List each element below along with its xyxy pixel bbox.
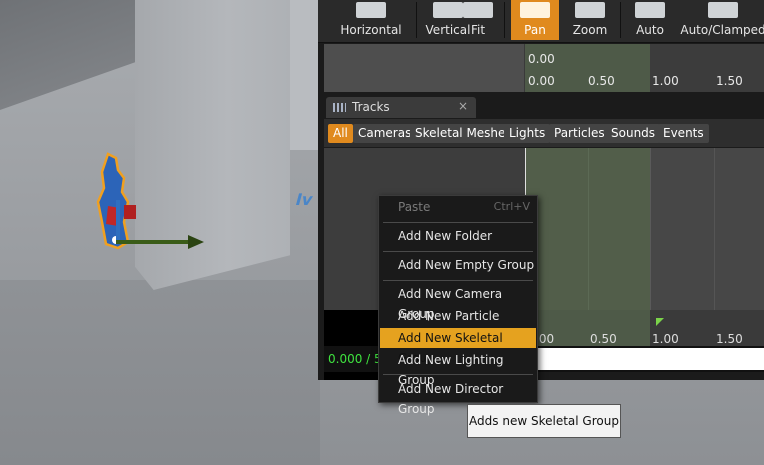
horizontal-label: Horizontal bbox=[340, 23, 402, 37]
curve-top-value: 0.00 bbox=[528, 52, 555, 66]
menu-separator bbox=[383, 280, 533, 281]
menu-item-add-lighting-group[interactable]: Add New Lighting Group bbox=[380, 350, 536, 387]
menu-separator bbox=[383, 222, 533, 223]
curve-tick: 1.50 bbox=[716, 74, 743, 88]
auto-clamped-button[interactable]: Auto/Clamped bbox=[680, 0, 764, 40]
auto-button[interactable]: Auto bbox=[626, 0, 674, 40]
timeline-tick: 1.00 bbox=[652, 332, 679, 346]
viewport-floor bbox=[0, 280, 320, 465]
curve-tick: 1.00 bbox=[652, 74, 679, 88]
fit-label: Fit bbox=[470, 23, 486, 37]
pan-label: Pan bbox=[524, 23, 546, 37]
filter-skeletal-meshes[interactable]: Skeletal Meshes bbox=[410, 124, 517, 143]
skeletal-actor[interactable] bbox=[94, 152, 134, 250]
menu-separator bbox=[383, 251, 533, 252]
menu-item-paste: Paste Ctrl+V bbox=[380, 197, 536, 217]
viewport-blue-marker: Iv bbox=[293, 190, 315, 209]
curve-label-column bbox=[324, 44, 524, 92]
fit-icon bbox=[463, 2, 493, 18]
menu-item-add-folder[interactable]: Add New Folder bbox=[380, 226, 536, 246]
filter-events[interactable]: Events bbox=[658, 124, 709, 143]
viewport-wall bbox=[0, 0, 140, 110]
gizmo-z-handle[interactable] bbox=[124, 205, 136, 219]
menu-item-add-camera-group[interactable]: Add New Camera Group bbox=[380, 284, 536, 321]
filter-lights[interactable]: Lights bbox=[504, 124, 551, 143]
menu-item-add-director-group[interactable]: Add New Director Group bbox=[380, 379, 536, 416]
tab-tracks-label: Tracks bbox=[352, 100, 390, 114]
filter-cameras[interactable]: Cameras bbox=[353, 124, 417, 143]
tooltip: Adds new Skeletal Group bbox=[467, 404, 621, 438]
menu-item-paste-label: Paste bbox=[398, 200, 431, 214]
context-menu: Paste Ctrl+V Add New Folder Add New Empt… bbox=[378, 195, 538, 416]
filter-sounds[interactable]: Sounds bbox=[606, 124, 661, 143]
filter-particles[interactable]: Particles bbox=[549, 124, 610, 143]
horizontal-fit-icon bbox=[356, 2, 386, 18]
fit-button[interactable]: Fit bbox=[458, 0, 498, 40]
curve-tick: 0.50 bbox=[588, 74, 615, 88]
tab-tracks[interactable]: Tracks × bbox=[326, 97, 476, 118]
gizmo-x-arrow-icon[interactable] bbox=[188, 235, 204, 249]
pan-icon bbox=[520, 2, 550, 18]
time-readout: 0.000 / 5 bbox=[328, 352, 382, 366]
pan-button[interactable]: Pan bbox=[511, 0, 559, 40]
menu-separator bbox=[383, 374, 533, 375]
auto-label: Auto bbox=[636, 23, 664, 37]
filter-all[interactable]: All bbox=[328, 124, 353, 143]
gizmo-x-axis[interactable] bbox=[116, 240, 190, 244]
auto-tangent-icon bbox=[635, 2, 665, 18]
zoom-icon bbox=[575, 2, 605, 18]
curve-editor-header: 0.00 0.00 0.50 1.00 1.50 bbox=[324, 44, 764, 92]
menu-item-add-skeletal-group[interactable]: Add New Skeletal Group bbox=[380, 328, 536, 365]
timeline-scrollbar[interactable] bbox=[530, 348, 764, 370]
menu-item-add-empty-group[interactable]: Add New Empty Group bbox=[380, 255, 536, 275]
close-icon[interactable]: × bbox=[458, 99, 468, 113]
timeline-tick: 0.50 bbox=[590, 332, 617, 346]
tracks-icon bbox=[333, 103, 346, 112]
zoom-button[interactable]: Zoom bbox=[566, 0, 614, 40]
menu-item-paste-shortcut: Ctrl+V bbox=[493, 200, 530, 213]
gizmo-y-axis[interactable] bbox=[116, 200, 120, 242]
track-filter-bar: All Cameras Skeletal Meshes Lights Parti… bbox=[324, 119, 764, 147]
timeline-tick: 1.50 bbox=[716, 332, 743, 346]
viewport-pillar bbox=[135, 0, 290, 290]
curve-tick: 0.00 bbox=[528, 74, 555, 88]
time-cursor-marker-icon[interactable] bbox=[656, 318, 664, 326]
auto-clamped-label: Auto/Clamped bbox=[680, 23, 764, 37]
zoom-label: Zoom bbox=[572, 23, 608, 37]
auto-clamped-icon bbox=[708, 2, 738, 18]
curve-toolbar: Horizontal Vertical Fit Pan Zoom Auto Au… bbox=[318, 0, 764, 43]
menu-item-add-particle-group[interactable]: Add New Particle Group bbox=[380, 306, 536, 343]
